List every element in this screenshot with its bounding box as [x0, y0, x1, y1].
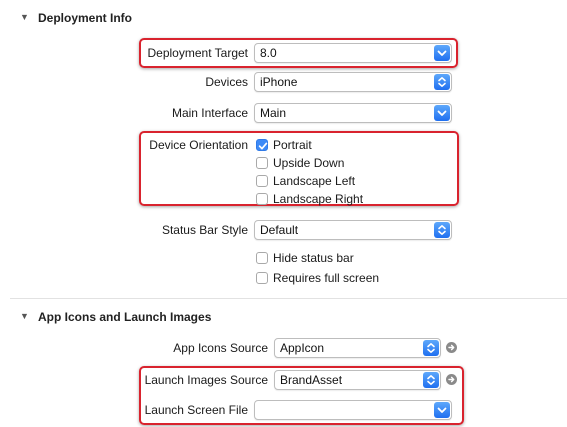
landscape-left-checkbox[interactable]: [256, 175, 268, 187]
chevron-down-icon: [434, 402, 450, 418]
app-icons-source-value: AppIcon: [280, 341, 325, 355]
devices-label: Devices: [205, 75, 248, 89]
disclosure-triangle-down-icon[interactable]: ▼: [20, 311, 29, 321]
deployment-target-value: 8.0: [260, 46, 277, 60]
landscape-left-label: Landscape Left: [273, 174, 356, 188]
checkmark-icon: [258, 142, 268, 150]
up-down-arrows-icon: [434, 74, 450, 90]
devices-value: iPhone: [260, 75, 298, 89]
arrow-circle-right-icon[interactable]: [446, 342, 457, 353]
hide-status-bar-label: Hide status bar: [273, 251, 354, 265]
section-title-deployment-info: Deployment Info: [38, 11, 133, 25]
device-orientation-label: Device Orientation: [149, 138, 248, 152]
chevron-down-icon: [434, 105, 450, 121]
deployment-target-select[interactable]: 8.0: [254, 43, 452, 63]
main-interface-value: Main: [260, 106, 287, 120]
up-down-arrows-icon: [423, 372, 439, 388]
main-interface-label: Main Interface: [171, 106, 248, 120]
section-title-app-icons: App Icons and Launch Images: [38, 310, 212, 324]
chevron-down-icon: [434, 45, 450, 61]
deployment-target-label: Deployment Target: [147, 46, 249, 60]
launch-images-source-value: BrandAsset: [280, 373, 343, 387]
requires-full-screen-label: Requires full screen: [273, 271, 380, 285]
launch-images-source-select[interactable]: BrandAsset: [274, 370, 441, 390]
portrait-checkbox[interactable]: [256, 139, 268, 151]
app-icons-source-label: App Icons Source: [173, 341, 268, 355]
arrow-circle-right-icon[interactable]: [446, 374, 457, 385]
upside-down-checkbox[interactable]: [256, 157, 268, 169]
devices-select[interactable]: iPhone: [254, 72, 452, 92]
landscape-right-label: Landscape Right: [273, 192, 364, 206]
status-bar-style-label: Status Bar Style: [161, 223, 248, 237]
section-divider: [10, 298, 567, 299]
hide-status-bar-checkbox[interactable]: [256, 252, 268, 264]
up-down-arrows-icon: [423, 340, 439, 356]
status-bar-style-select[interactable]: Default: [254, 220, 452, 240]
requires-full-screen-checkbox[interactable]: [256, 272, 268, 284]
portrait-label: Portrait: [273, 138, 312, 152]
landscape-right-checkbox[interactable]: [256, 193, 268, 205]
upside-down-label: Upside Down: [273, 156, 345, 170]
launch-screen-file-label: Launch Screen File: [144, 403, 248, 417]
up-down-arrows-icon: [434, 222, 450, 238]
app-icons-source-select[interactable]: AppIcon: [274, 338, 441, 358]
launch-screen-file-select[interactable]: [254, 400, 452, 420]
launch-images-source-label: Launch Images Source: [144, 373, 268, 387]
disclosure-triangle-down-icon[interactable]: ▼: [20, 12, 29, 22]
status-bar-style-value: Default: [260, 223, 299, 237]
main-interface-select[interactable]: Main: [254, 103, 452, 123]
